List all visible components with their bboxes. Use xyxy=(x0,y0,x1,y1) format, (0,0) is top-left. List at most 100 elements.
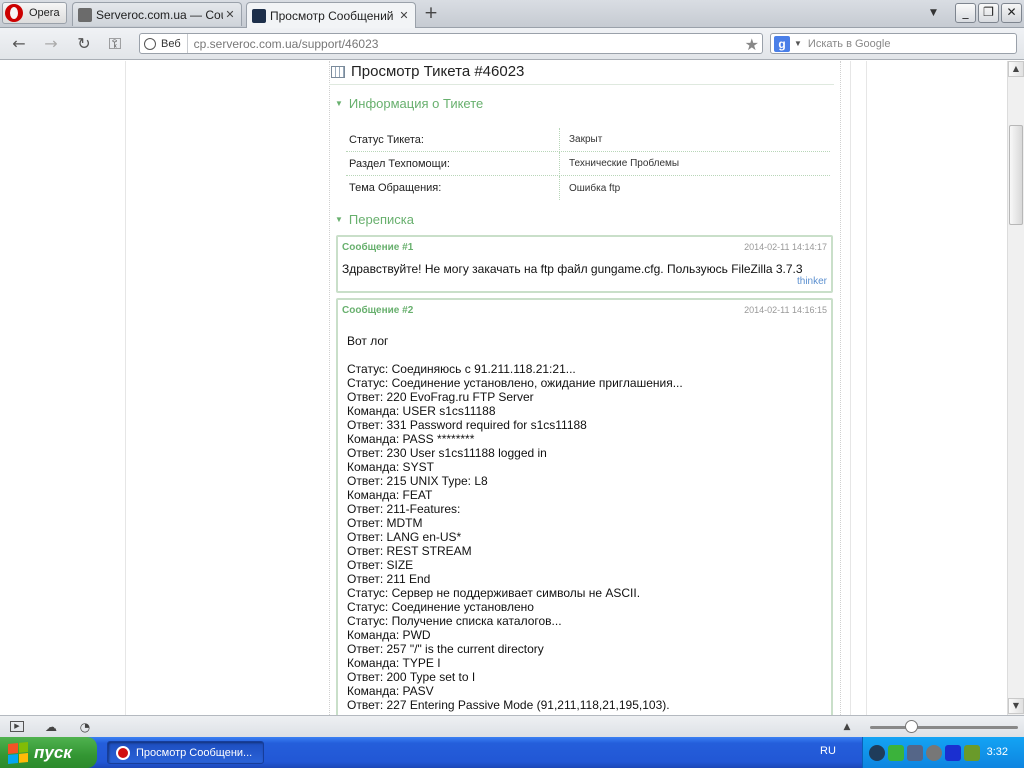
log-line: Ответ: 257 "/" is the current directory xyxy=(347,642,544,656)
message-text: Здравствуйте! Не могу закачать на ftp фа… xyxy=(342,262,803,276)
taskbar-opera-window[interactable]: Просмотр Сообщени... xyxy=(107,741,264,764)
message-date: 2014-02-11 14:16:15 xyxy=(744,305,827,315)
search-placeholder: Искать в Google xyxy=(807,37,891,50)
info-row: Тема Обращения: Ошибка ftp xyxy=(346,176,830,200)
log-line: Ответ: 211-Features: xyxy=(347,502,461,516)
audio-icon[interactable] xyxy=(926,744,942,761)
steam-icon[interactable] xyxy=(869,744,885,761)
url-host: cp.serveroc.com.ua xyxy=(193,36,299,51)
site-favicon-icon xyxy=(252,8,266,23)
tab-title: Просмотр Сообщений • ... xyxy=(270,8,397,23)
globe-icon xyxy=(144,37,156,50)
log-line: Ответ: SIZE xyxy=(347,558,414,572)
search-field[interactable]: g ▼ Искать в Google xyxy=(770,33,1017,54)
collapse-triangle-icon: ▼ xyxy=(335,215,343,224)
page-title: Просмотр Тикета #46023 xyxy=(329,61,834,85)
tab-bar: Opera Serveroc.com.ua — Cou... ✕ Просмот… xyxy=(0,0,1024,28)
panel-toggle-icon[interactable]: ▶ xyxy=(10,721,24,732)
cloud-icon[interactable]: ☁ xyxy=(44,720,58,734)
url-text[interactable]: cp.serveroc.com.ua/support/46023 xyxy=(188,37,379,51)
back-arrow-icon[interactable]: ← xyxy=(10,35,28,53)
correspondence-section-header[interactable]: ▼ Переписка xyxy=(335,212,414,227)
message-date: 2014-02-11 14:14:17 xyxy=(744,242,827,252)
message-number: Сообщение #1 xyxy=(342,241,414,253)
scrollbar-thumb[interactable] xyxy=(1009,125,1023,225)
bookmark-star-icon[interactable]: ★ xyxy=(745,35,759,55)
windows-logo-icon xyxy=(8,741,28,764)
message-number: Сообщение #2 xyxy=(342,304,414,316)
info-row: Статус Тикета: Закрыт xyxy=(346,127,830,152)
forward-arrow-icon[interactable]: → xyxy=(42,35,60,53)
log-line: Статус: Соединение установлено, ожидание… xyxy=(347,376,683,390)
key-icon[interactable]: ⚿ xyxy=(106,35,124,53)
tray-clock: 3:32 xyxy=(986,746,1008,758)
opera-menu-button[interactable]: Opera xyxy=(2,2,67,24)
log-line: Ответ: 220 EvoFrag.ru FTP Server xyxy=(347,390,534,404)
start-label: пуск xyxy=(34,742,72,762)
zoom-slider-knob[interactable] xyxy=(905,720,918,733)
log-line: Команда: USER s1cs11188 xyxy=(347,404,496,418)
browser-window: Opera Serveroc.com.ua — Cou... ✕ Просмот… xyxy=(0,0,1024,768)
layout-divider xyxy=(125,61,126,715)
close-tab-icon[interactable]: ✕ xyxy=(223,8,237,21)
log-line: Статус: Получение списка каталогов... xyxy=(347,614,562,628)
tab-title: Serveroc.com.ua — Cou... xyxy=(96,7,223,22)
info-section-header[interactable]: ▼ Информация о Тикете xyxy=(335,96,483,111)
scroll-up-icon[interactable]: ▲ xyxy=(1008,61,1024,77)
opera-menu-label: Opera xyxy=(29,7,60,19)
log-line: Ответ: 215 UNIX Type: L8 xyxy=(347,474,488,488)
navigation-bar: ← → ↻ ⚿ Веб cp.serveroc.com.ua/support/4… xyxy=(0,28,1024,60)
message-log: Вот лог Статус: Соединяюсь с 91.211.118.2… xyxy=(338,320,831,712)
google-logo-icon[interactable]: g xyxy=(774,35,790,52)
info-key: Статус Тикета: xyxy=(346,127,560,152)
scroll-down-icon[interactable]: ▼ xyxy=(1008,698,1024,714)
tab-ticket[interactable]: Просмотр Сообщений • ... ✕ xyxy=(246,2,416,28)
reload-icon[interactable]: ↻ xyxy=(75,35,93,53)
opera-logo-icon xyxy=(5,4,23,22)
close-window-button[interactable]: ✕ xyxy=(1001,3,1022,23)
log-line: Команда: PASS ******** xyxy=(347,432,475,446)
message-card: Сообщение #2 2014-02-11 14:16:15 Вот лог… xyxy=(336,298,833,715)
ticket-info-table: Статус Тикета: Закрыт Раздел Техпомощи: … xyxy=(346,127,830,200)
search-engine-dropdown-icon[interactable]: ▼ xyxy=(794,39,802,48)
minimize-button[interactable]: _ xyxy=(955,3,976,23)
info-section-title: Информация о Тикете xyxy=(348,96,484,111)
info-key: Раздел Техпомощи: xyxy=(346,151,560,176)
message-author-link[interactable]: thinker xyxy=(338,276,831,287)
log-line: Ответ: REST STREAM xyxy=(347,544,472,558)
log-line: Статус: Сервер не поддерживает символы н… xyxy=(347,586,641,600)
network-icon[interactable] xyxy=(907,744,923,761)
page-viewport: Просмотр Тикета #46023 ▼ Информация о Ти… xyxy=(0,61,1007,715)
tab-list-chevron-icon[interactable]: ▼ xyxy=(930,8,937,18)
layout-divider xyxy=(850,61,851,715)
layout-divider xyxy=(866,61,867,715)
site-favicon-icon xyxy=(78,7,92,22)
tab-serveroc[interactable]: Serveroc.com.ua — Cou... ✕ xyxy=(72,2,242,26)
opera-icon xyxy=(116,745,130,760)
speed-dial-icon[interactable]: ◔ xyxy=(78,720,92,734)
restore-button[interactable]: ❐ xyxy=(978,3,999,23)
vertical-scrollbar[interactable]: ▲ ▼ xyxy=(1007,61,1024,715)
message-card: Сообщение #1 2014-02-11 14:14:17 Здравст… xyxy=(336,235,833,293)
windows-taskbar: пуск Просмотр Сообщени... RU 3:32 xyxy=(0,737,1024,768)
nvidia-icon[interactable] xyxy=(964,744,980,761)
zoom-up-icon[interactable]: ▲ xyxy=(840,720,854,734)
address-field[interactable]: Веб cp.serveroc.com.ua/support/46023 ★ xyxy=(139,33,763,54)
language-indicator[interactable]: RU xyxy=(820,745,836,757)
new-tab-button[interactable]: + xyxy=(423,5,439,22)
close-tab-icon[interactable]: ✕ xyxy=(397,9,411,22)
calendar-icon xyxy=(331,65,345,78)
icq-icon[interactable] xyxy=(888,744,904,761)
media-player-icon[interactable] xyxy=(945,744,961,761)
log-line: Команда: PASV xyxy=(347,684,434,698)
log-line: Ответ: 200 Type set to I xyxy=(347,670,476,684)
taskbar-window-title: Просмотр Сообщени... xyxy=(136,746,253,759)
info-value: Технические Проблемы xyxy=(569,158,680,169)
site-info-label: Веб xyxy=(161,37,181,50)
zoom-slider-track[interactable] xyxy=(870,726,1018,729)
page-title-text: Просмотр Тикета #46023 xyxy=(351,63,525,80)
site-info-badge[interactable]: Веб xyxy=(140,34,188,53)
start-button[interactable]: пуск xyxy=(0,737,97,768)
log-line: Команда: SYST xyxy=(347,460,434,474)
log-line: Ответ: 331 Password required for s1cs111… xyxy=(347,418,587,432)
